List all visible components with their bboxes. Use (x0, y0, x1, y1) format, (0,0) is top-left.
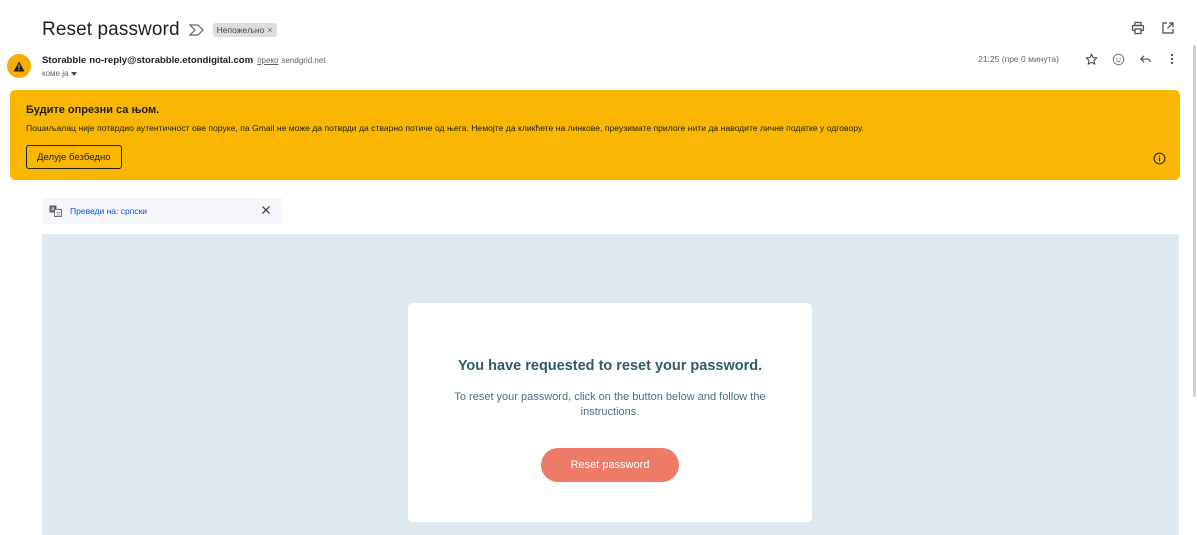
sender-name[interactable]: Storabble (42, 55, 86, 66)
label-chip-spam[interactable]: Непожељно × (212, 23, 277, 37)
label-chip-text: Непожељно (216, 25, 265, 35)
reset-password-button[interactable]: Reset password (541, 448, 679, 482)
email-subject: Reset password (42, 19, 180, 40)
suspicious-sender-warning: Будите опрезни са њом. Пошиљалац није по… (10, 90, 1180, 180)
card-text: To reset your password, click on the but… (454, 391, 766, 418)
close-icon[interactable] (260, 204, 272, 216)
message-meta: 21:25 (пре 0 минута) (978, 52, 1179, 66)
warning-text: Пошиљалац није потврдио аутентичност ове… (26, 123, 864, 133)
sender-warning-avatar (7, 54, 31, 78)
via-domain: sendgrid.net (281, 56, 326, 65)
message-timestamp: 21:25 (пре 0 минута) (978, 54, 1059, 64)
email-content: You have requested to reset your passwor… (42, 234, 1179, 535)
sender-email[interactable]: no-reply@storabble.etondigital.com (89, 55, 253, 66)
label-chip-remove-icon[interactable]: × (267, 25, 272, 35)
chevron-down-icon (71, 71, 78, 76)
print-icon[interactable] (1131, 21, 1145, 35)
translate-link[interactable]: Преведи на: српски (70, 206, 147, 216)
thread-actions (1131, 21, 1175, 35)
emoji-reaction-icon[interactable] (1111, 52, 1125, 66)
importance-marker-icon[interactable] (188, 23, 205, 37)
info-icon[interactable] (1153, 152, 1166, 165)
reply-icon[interactable] (1138, 52, 1152, 66)
sender-line: Storabble no-reply@storabble.etondigital… (42, 55, 326, 66)
translate-bar: A文 Преведи на: српски (42, 198, 282, 224)
card-title: You have requested to reset your passwor… (457, 358, 763, 374)
warning-triangle-icon (13, 61, 25, 71)
looks-safe-button[interactable]: Делује безбедно (26, 145, 122, 169)
more-vertical-icon[interactable] (1165, 52, 1179, 66)
translate-icon: A文 (49, 205, 62, 217)
reset-card: You have requested to reset your passwor… (408, 303, 812, 522)
subject-row: Reset password Непожељно × (42, 19, 277, 41)
via-link[interactable]: преко (257, 56, 278, 65)
star-icon[interactable] (1084, 52, 1098, 66)
recipient-text: коме ја (42, 69, 69, 78)
warning-title: Будите опрезни са њом. (26, 104, 160, 116)
recipient-details-toggle[interactable]: коме ја (42, 69, 78, 78)
svg-text:文: 文 (56, 210, 61, 217)
open-in-new-window-icon[interactable] (1161, 21, 1175, 35)
scrollbar[interactable] (1193, 45, 1196, 397)
